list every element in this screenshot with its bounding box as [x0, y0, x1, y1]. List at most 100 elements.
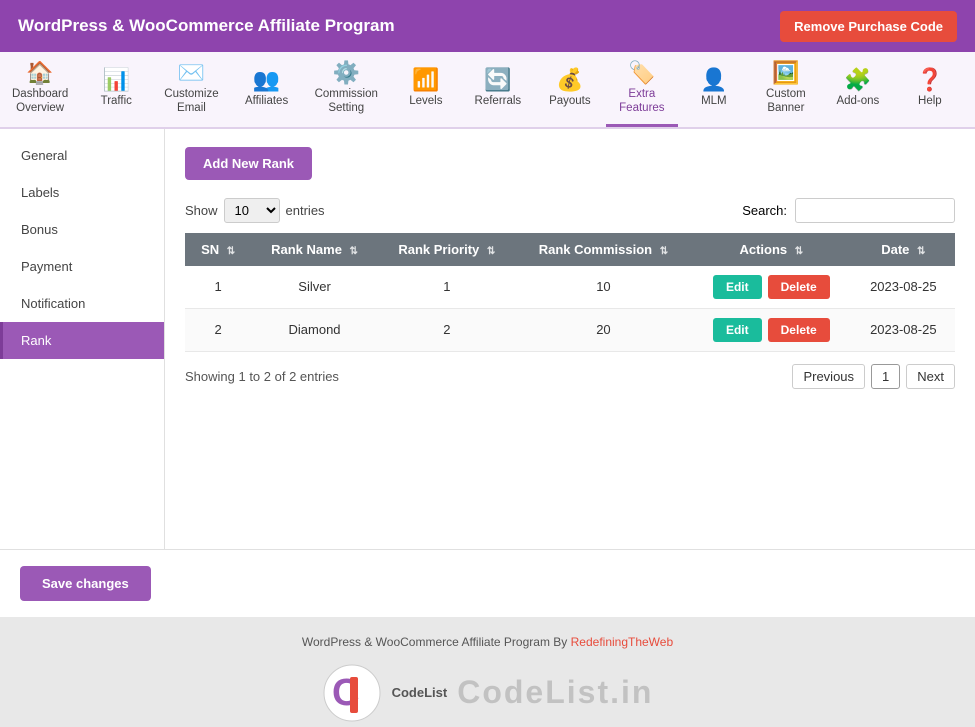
col-sn: SN ⇅ — [185, 233, 251, 266]
delete-button[interactable]: Delete — [768, 318, 830, 342]
referrals-icon: 🔄 — [484, 69, 511, 91]
show-label: Show — [185, 203, 218, 218]
next-button[interactable]: Next — [906, 364, 955, 389]
showing-entries-text: Showing 1 to 2 of 2 entries — [185, 369, 339, 384]
col-rank-commission: Rank Commission ⇅ — [516, 233, 691, 266]
cell-rank-priority: 1 — [378, 266, 516, 309]
nav-item-referrals[interactable]: 🔄 Referrals — [462, 52, 534, 127]
nav-bar: 🏠Dashboard Overview📊Traffic ✉️ Customize E… — [0, 52, 975, 129]
table-footer: Showing 1 to 2 of 2 entries Previous 1 N… — [185, 364, 955, 389]
nav-label-referrals: Referrals — [475, 95, 522, 109]
footer-codelist-label: CodeList — [392, 685, 448, 700]
nav-item-mlm[interactable]: 👤 MLM — [678, 52, 750, 127]
nav-label-levels: Levels — [409, 95, 442, 109]
sort-arrows-date: ⇅ — [917, 246, 925, 257]
nav-item-traffic[interactable]: 📊Traffic — [80, 52, 152, 127]
traffic-icon: 📊 — [103, 69, 130, 91]
save-changes-button[interactable]: Save changes — [20, 566, 151, 601]
delete-button[interactable]: Delete — [768, 275, 830, 299]
content-area: Add New Rank Show 10 25 50 100 entries S… — [165, 129, 975, 549]
rank-table: SN ⇅ Rank Name ⇅ Rank Priority ⇅ Rank Co… — [185, 233, 955, 352]
nav-label-mlm: MLM — [701, 95, 727, 109]
footer-brand-watermark: CodeList.in — [457, 674, 653, 711]
nav-item-add-ons[interactable]: 🧩 Add-ons — [822, 52, 894, 127]
nav-label-help: Help — [918, 95, 942, 109]
extra-features-icon: 🏷️ — [628, 62, 655, 84]
table-body: 1 Silver 1 10 Edit Delete 2023-08-25 2 D… — [185, 266, 955, 352]
sidebar-item-payment[interactable]: Payment — [0, 248, 164, 285]
page-1-button[interactable]: 1 — [871, 364, 900, 389]
payouts-icon: 💰 — [556, 69, 583, 91]
nav-label-customize-email: Customize Email — [164, 88, 218, 116]
nav-label-add-ons: Add-ons — [836, 95, 879, 109]
search-box: Search: — [742, 198, 955, 223]
nav-item-customize-email[interactable]: ✉️ Customize Email — [152, 52, 230, 127]
cell-rank-commission: 10 — [516, 266, 691, 309]
nav-label-dashboard-overview: Dashboard Overview — [12, 88, 68, 116]
nav-label-custom-banner: Custom Banner — [766, 88, 806, 116]
col-rank-priority: Rank Priority ⇅ — [378, 233, 516, 266]
sort-arrows-actions: ⇅ — [795, 246, 803, 257]
sort-arrows-rank-name: ⇅ — [350, 246, 358, 257]
sidebar-item-labels[interactable]: Labels — [0, 174, 164, 211]
cell-rank-name: Diamond — [251, 308, 378, 351]
edit-button[interactable]: Edit — [713, 318, 762, 342]
sort-arrows-sn: ⇅ — [227, 246, 235, 257]
sidebar-item-bonus[interactable]: Bonus — [0, 211, 164, 248]
cell-date: 2023-08-25 — [852, 308, 955, 351]
add-new-rank-button[interactable]: Add New Rank — [185, 147, 312, 180]
nav-label-extra-features: Extra Features — [619, 88, 664, 116]
footer-logo-area: C CodeList CodeList.in — [0, 655, 975, 723]
show-entries-control: Show 10 25 50 100 entries — [185, 198, 325, 223]
nav-item-help[interactable]: ❓ Help — [894, 52, 966, 127]
mlm-icon: 👤 — [700, 69, 727, 91]
pagination: Previous 1 Next — [792, 364, 955, 389]
nav-item-affiliates[interactable]: 👥Affiliates — [231, 52, 303, 127]
footer-logo-icon: C — [322, 663, 382, 723]
table-row: 1 Silver 1 10 Edit Delete 2023-08-25 — [185, 266, 955, 309]
sidebar: GeneralLabelsBonusPaymentNotificationRan… — [0, 129, 165, 549]
previous-button[interactable]: Previous — [792, 364, 865, 389]
table-row: 2 Diamond 2 20 Edit Delete 2023-08-25 — [185, 308, 955, 351]
col-actions: Actions ⇅ — [691, 233, 852, 266]
search-input[interactable] — [795, 198, 955, 223]
sidebar-item-general[interactable]: General — [0, 137, 164, 174]
nav-item-dashboard-overview[interactable]: 🏠Dashboard Overview — [0, 52, 80, 127]
commission-setting-icon: ⚙️ — [333, 62, 360, 84]
add-ons-icon: 🧩 — [844, 69, 871, 91]
nav-label-commission-setting: Commission Setting — [315, 88, 378, 116]
nav-item-payouts[interactable]: 💰Payouts — [534, 52, 606, 127]
cell-actions: Edit Delete — [691, 308, 852, 351]
customize-email-icon: ✉️ — [178, 62, 205, 84]
cell-rank-name: Silver — [251, 266, 378, 309]
table-header: SN ⇅ Rank Name ⇅ Rank Priority ⇅ Rank Co… — [185, 233, 955, 266]
table-controls: Show 10 25 50 100 entries Search: — [185, 198, 955, 223]
levels-icon: 📶 — [412, 69, 439, 91]
app-title: WordPress & WooCommerce Affiliate Progra… — [18, 16, 395, 36]
cell-sn: 2 — [185, 308, 251, 351]
nav-item-commission-setting[interactable]: ⚙️ Commission Setting — [303, 52, 390, 127]
nav-item-custom-banner[interactable]: 🖼️ Custom Banner — [750, 52, 822, 127]
cell-date: 2023-08-25 — [852, 266, 955, 309]
save-section: Save changes — [0, 549, 975, 617]
sort-arrows-rank-priority: ⇅ — [487, 246, 495, 257]
entries-select[interactable]: 10 25 50 100 — [224, 198, 280, 223]
search-label: Search: — [742, 203, 787, 218]
main-layout: GeneralLabelsBonusPaymentNotificationRan… — [0, 129, 975, 549]
sidebar-item-notification[interactable]: Notification — [0, 285, 164, 322]
cell-rank-priority: 2 — [378, 308, 516, 351]
sidebar-item-rank[interactable]: Rank — [0, 322, 164, 359]
app-header: WordPress & WooCommerce Affiliate Progra… — [0, 0, 975, 52]
sort-arrows-rank-commission: ⇅ — [660, 246, 668, 257]
edit-button[interactable]: Edit — [713, 275, 762, 299]
entries-label: entries — [286, 203, 325, 218]
nav-item-extra-features[interactable]: 🏷️ Extra Features — [606, 52, 678, 127]
remove-purchase-code-button[interactable]: Remove Purchase Code — [780, 11, 957, 42]
footer-link[interactable]: RedefiningTheWeb — [571, 635, 674, 649]
footer: WordPress & WooCommerce Affiliate Progra… — [0, 617, 975, 727]
footer-text: WordPress & WooCommerce Affiliate Progra… — [0, 635, 975, 649]
nav-item-levels[interactable]: 📶 Levels — [390, 52, 462, 127]
help-icon: ❓ — [916, 69, 943, 91]
custom-banner-icon: 🖼️ — [772, 62, 799, 84]
col-rank-name: Rank Name ⇅ — [251, 233, 378, 266]
